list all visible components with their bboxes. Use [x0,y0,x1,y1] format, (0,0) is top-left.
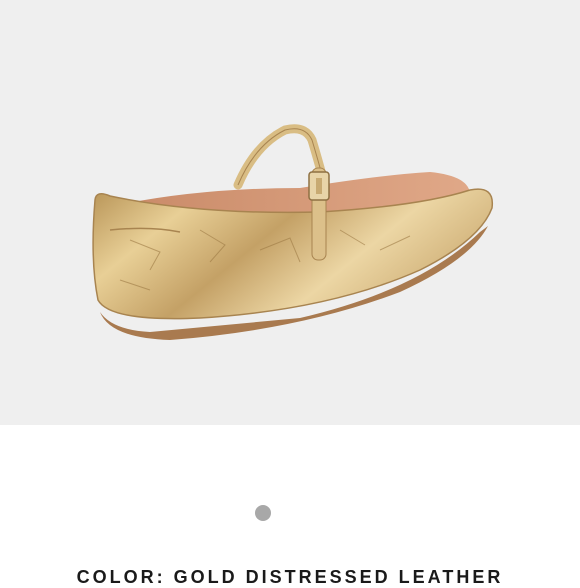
shoe-illustration [92,124,494,340]
carousel-dot[interactable] [255,505,271,521]
product-color-label: COLOR: GOLD DISTRESSED LEATHER [76,567,504,587]
product-image[interactable] [0,0,580,425]
